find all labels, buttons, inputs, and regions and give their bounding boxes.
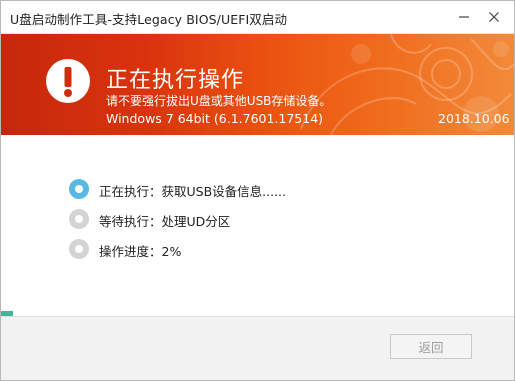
banner-subtitle: 请不要强行拔出U盘或其他USB存储设备。 xyxy=(106,94,332,108)
step-item: 操作进度：2% xyxy=(69,239,369,259)
step-label: 等待执行：处理UD分区 xyxy=(99,214,231,229)
installer-window: U盘启动制作工具-支持Legacy BIOS/UEFI双启动 正在执行操作 请不… xyxy=(0,0,515,381)
build-date: 2018.10.06 xyxy=(438,111,510,126)
minimize-icon xyxy=(459,16,469,18)
footer-bar: 返回 xyxy=(1,316,514,380)
window-title: U盘启动制作工具-支持Legacy BIOS/UEFI双启动 xyxy=(10,12,288,27)
back-button[interactable]: 返回 xyxy=(390,334,472,359)
warning-icon xyxy=(46,59,90,103)
minimize-button[interactable] xyxy=(453,7,475,27)
banner-title: 正在执行操作 xyxy=(106,68,245,93)
step-active-indicator-icon xyxy=(69,179,89,199)
close-button[interactable] xyxy=(483,7,505,27)
status-banner: 正在执行操作 请不要强行拔出U盘或其他USB存储设备。 Windows 7 64… xyxy=(1,34,514,135)
step-item: 等待执行：处理UD分区 xyxy=(69,209,369,229)
title-bar[interactable]: U盘启动制作工具-支持Legacy BIOS/UEFI双启动 xyxy=(1,1,514,34)
step-item: 正在执行：获取USB设备信息...... xyxy=(69,179,369,199)
step-waiting-indicator-icon xyxy=(69,239,89,259)
os-info: Windows 7 64bit (6.1.7601.17514) xyxy=(106,111,324,126)
step-waiting-indicator-icon xyxy=(69,209,89,229)
close-icon xyxy=(489,12,499,22)
step-label: 操作进度：2% xyxy=(99,244,182,259)
step-label: 正在执行：获取USB设备信息...... xyxy=(99,184,287,199)
